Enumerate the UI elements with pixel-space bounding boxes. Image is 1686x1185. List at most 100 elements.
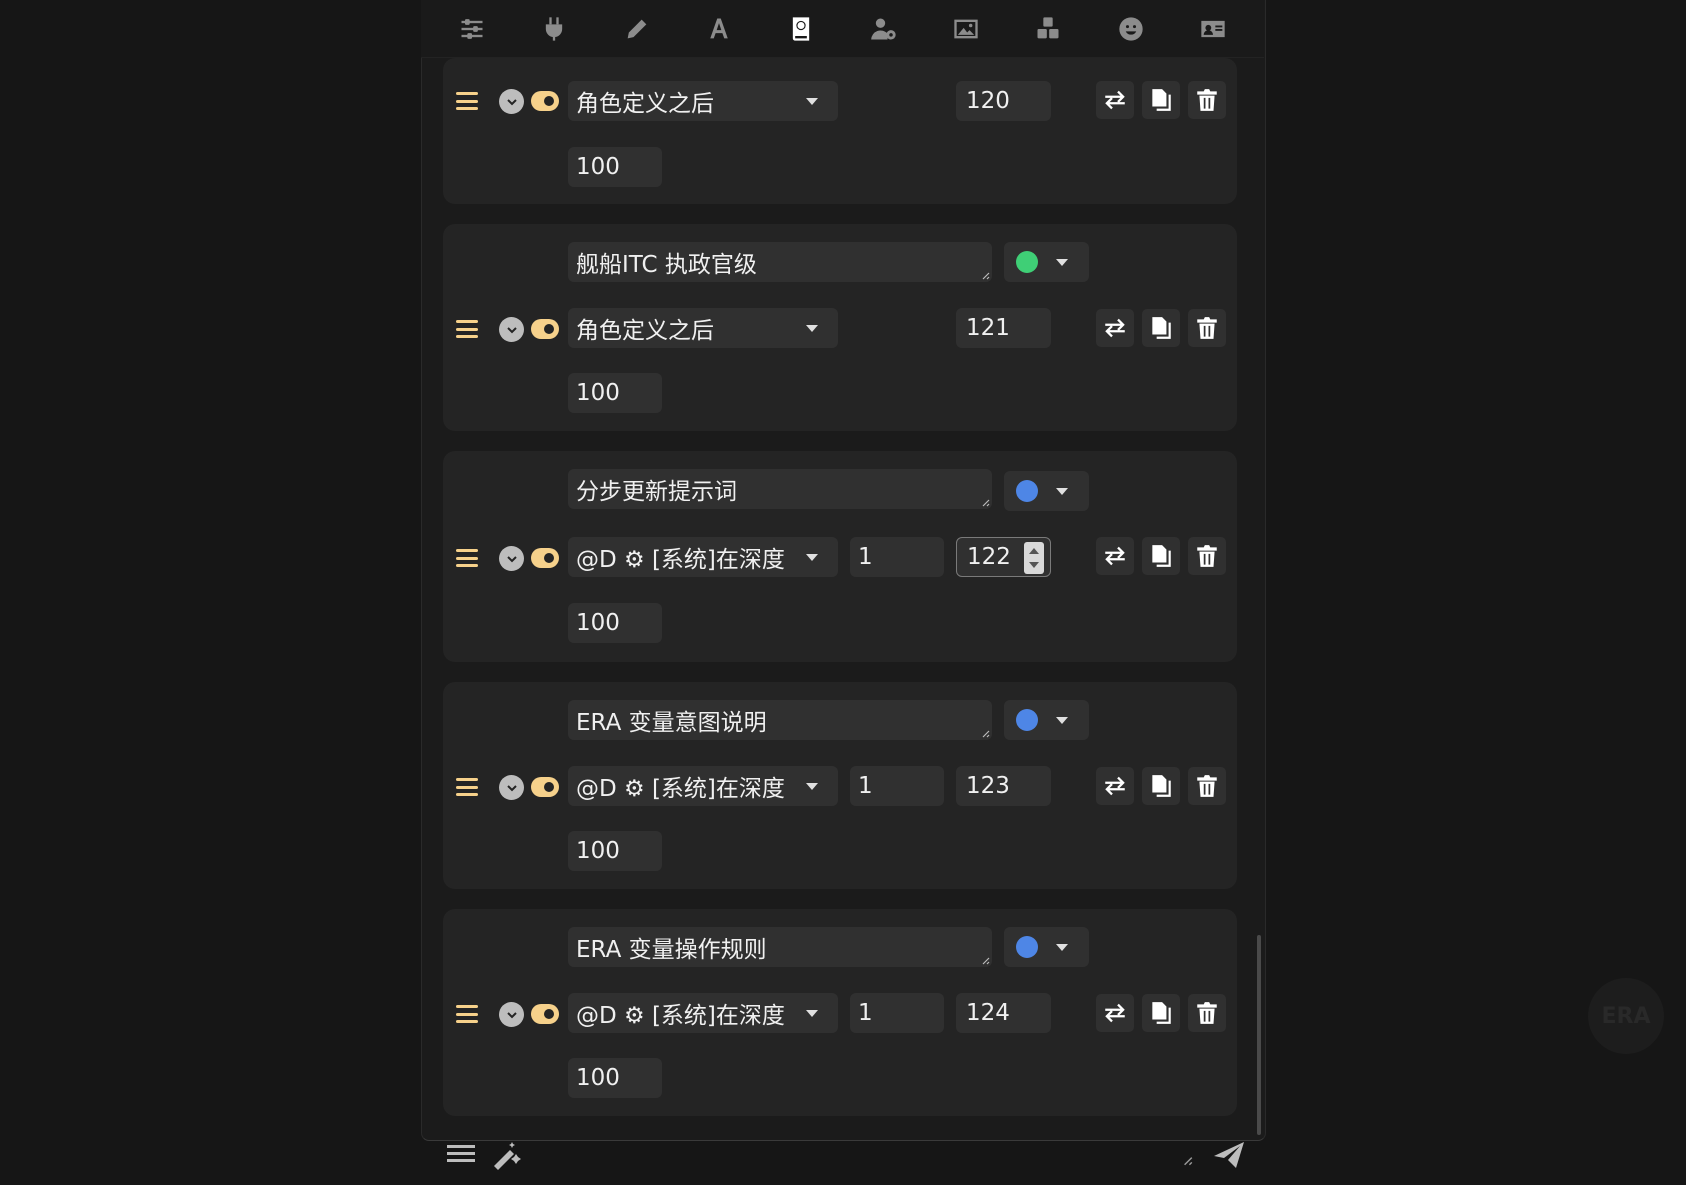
entry-enable-toggle[interactable] (531, 319, 559, 339)
resize-grip-icon (982, 957, 990, 965)
caret-down-icon (1056, 487, 1068, 495)
drag-handle-icon[interactable] (456, 92, 478, 110)
probability-value: 100 (576, 154, 620, 180)
move-entry-button[interactable] (1096, 81, 1134, 119)
plug-icon[interactable] (534, 9, 574, 49)
image-icon[interactable] (946, 9, 986, 49)
position-select[interactable]: 角色定义之后 (568, 81, 838, 121)
depth-value: 1 (858, 773, 873, 799)
move-entry-button[interactable] (1096, 309, 1134, 347)
entry-enable-toggle[interactable] (531, 548, 559, 568)
world-info-entry: 分步更新提示词 @D ⚙ [系统]在深度 1 122 100 (443, 451, 1237, 662)
position-value: 角色定义之后 (576, 318, 714, 344)
scrollbar-thumb[interactable] (1257, 935, 1261, 1135)
move-entry-button[interactable] (1096, 767, 1134, 805)
drag-handle-icon[interactable] (456, 549, 478, 567)
cubes-icon[interactable] (1028, 9, 1068, 49)
position-select[interactable]: 角色定义之后 (568, 308, 838, 348)
entry-enable-toggle[interactable] (531, 777, 559, 797)
entry-title-value: 舰船ITC 执政官级 (576, 252, 757, 278)
duplicate-entry-button[interactable] (1142, 81, 1180, 119)
order-input[interactable]: 122 (956, 537, 1051, 577)
font-icon[interactable] (699, 9, 739, 49)
entry-enable-toggle[interactable] (531, 1004, 559, 1024)
order-value: 120 (966, 88, 1010, 114)
menu-icon[interactable] (447, 1142, 475, 1166)
move-entry-button[interactable] (1096, 994, 1134, 1032)
entry-enable-toggle[interactable] (531, 91, 559, 111)
chevron-down-icon[interactable] (499, 546, 524, 571)
probability-input[interactable]: 100 (568, 373, 662, 413)
drag-handle-icon[interactable] (456, 1005, 478, 1023)
entry-title-input[interactable]: 分步更新提示词 (568, 469, 992, 509)
order-value: 121 (966, 315, 1010, 341)
entry-title-input[interactable]: ERA 变量意图说明 (568, 700, 992, 740)
id-card-icon[interactable] (1193, 9, 1233, 49)
caret-down-icon (806, 1009, 818, 1017)
smile-icon[interactable] (1111, 9, 1151, 49)
chevron-down-icon[interactable] (499, 775, 524, 800)
world-info-entry: 角色定义之后 120 100 (443, 58, 1237, 204)
order-input[interactable]: 123 (956, 766, 1051, 806)
move-entry-button[interactable] (1096, 537, 1134, 575)
entry-title-input[interactable]: ERA 变量操作规则 (568, 927, 992, 967)
top-toolbar (421, 0, 1264, 58)
probability-input[interactable]: 100 (568, 603, 662, 643)
probability-input[interactable]: 100 (568, 831, 662, 871)
caret-down-icon (806, 553, 818, 561)
color-picker[interactable] (1004, 927, 1089, 967)
depth-input[interactable]: 1 (850, 537, 944, 577)
delete-entry-button[interactable] (1188, 994, 1226, 1032)
depth-input[interactable]: 1 (850, 993, 944, 1033)
probability-input[interactable]: 100 (568, 1058, 662, 1098)
magic-wand-icon[interactable] (492, 1140, 524, 1170)
entry-title-input[interactable]: 舰船ITC 执政官级 (568, 242, 992, 282)
duplicate-entry-button[interactable] (1142, 767, 1180, 805)
position-select[interactable]: @D ⚙ [系统]在深度 (568, 537, 838, 577)
user-gear-icon[interactable] (864, 9, 904, 49)
resize-grip-icon (982, 272, 990, 280)
era-label: ERA (1601, 1003, 1651, 1029)
color-picker[interactable] (1004, 700, 1089, 740)
duplicate-entry-button[interactable] (1142, 537, 1180, 575)
number-spinner[interactable] (1024, 542, 1044, 574)
chevron-down-icon[interactable] (499, 89, 524, 114)
book-atlas-icon[interactable] (781, 9, 821, 49)
caret-down-icon (806, 324, 818, 332)
duplicate-entry-button[interactable] (1142, 309, 1180, 347)
position-select[interactable]: @D ⚙ [系统]在深度 (568, 993, 838, 1033)
entry-title-value: ERA 变量意图说明 (576, 710, 767, 736)
world-info-entry: 舰船ITC 执政官级 角色定义之后 121 100 (443, 224, 1237, 431)
probability-input[interactable]: 100 (568, 147, 662, 187)
sliders-icon[interactable] (452, 9, 492, 49)
order-input[interactable]: 124 (956, 993, 1051, 1033)
delete-entry-button[interactable] (1188, 81, 1226, 119)
order-value: 124 (966, 1000, 1010, 1026)
drag-handle-icon[interactable] (456, 320, 478, 338)
depth-input[interactable]: 1 (850, 766, 944, 806)
chevron-down-icon[interactable] (499, 317, 524, 342)
chevron-down-icon[interactable] (499, 1002, 524, 1027)
send-icon[interactable] (1212, 1140, 1246, 1170)
color-picker[interactable] (1004, 471, 1089, 511)
position-value: @D ⚙ [系统]在深度 (576, 1003, 785, 1029)
caret-down-icon (1056, 716, 1068, 724)
delete-entry-button[interactable] (1188, 767, 1226, 805)
era-floating-button[interactable]: ERA (1588, 978, 1664, 1054)
resize-grip-icon (1184, 1157, 1193, 1166)
depth-value: 1 (858, 1000, 873, 1026)
order-input[interactable]: 121 (956, 308, 1051, 348)
pencil-icon[interactable] (617, 9, 657, 49)
color-dot (1016, 709, 1038, 731)
position-select[interactable]: @D ⚙ [系统]在深度 (568, 766, 838, 806)
world-info-entry: ERA 变量操作规则 @D ⚙ [系统]在深度 1 124 100 (443, 909, 1237, 1116)
duplicate-entry-button[interactable] (1142, 994, 1180, 1032)
drag-handle-icon[interactable] (456, 778, 478, 796)
delete-entry-button[interactable] (1188, 537, 1226, 575)
position-value: @D ⚙ [系统]在深度 (576, 776, 785, 802)
order-input[interactable]: 120 (956, 81, 1051, 121)
color-picker[interactable] (1004, 242, 1089, 282)
delete-entry-button[interactable] (1188, 309, 1226, 347)
probability-value: 100 (576, 838, 620, 864)
resize-grip-icon (982, 730, 990, 738)
